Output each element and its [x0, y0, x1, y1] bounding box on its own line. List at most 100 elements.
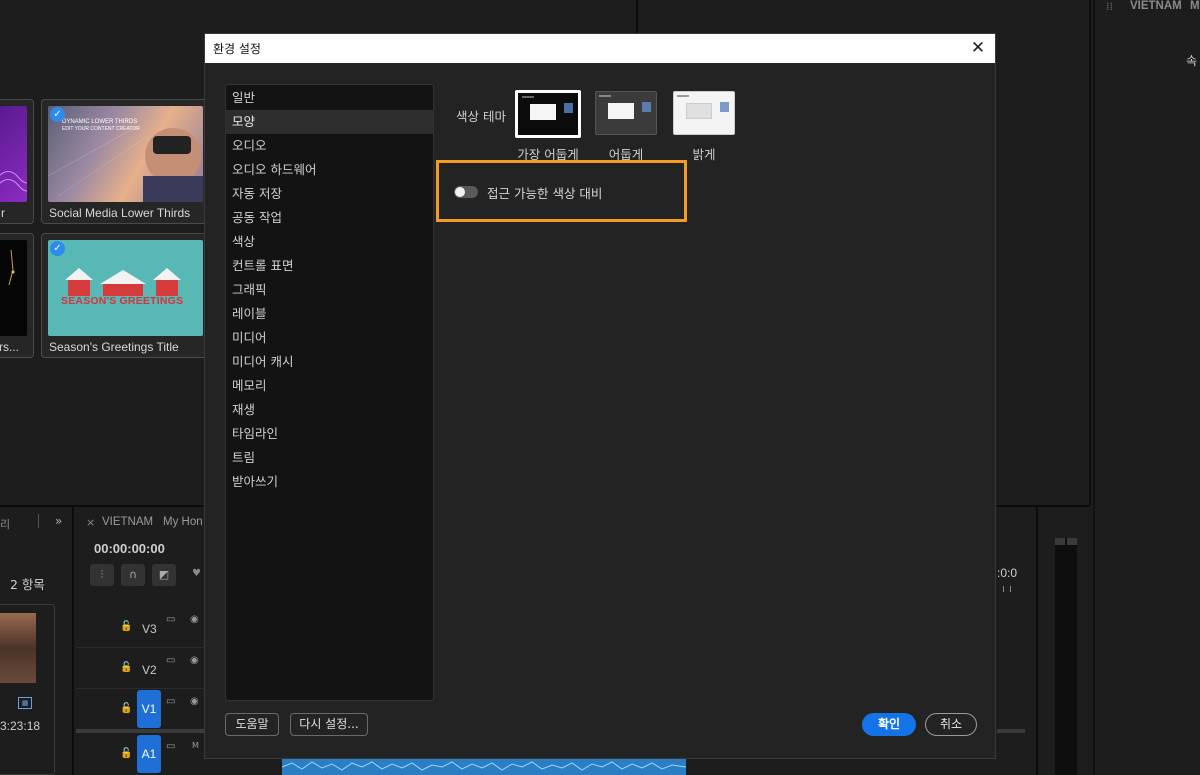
close-icon[interactable]: ✕: [967, 37, 989, 59]
camera-icon[interactable]: ▭: [166, 614, 175, 625]
template-card-label: rs...: [0, 340, 19, 354]
project-item-count: 2 항목: [10, 577, 45, 592]
template-card-label: Social Media Lower Thirds: [49, 206, 191, 220]
toggle-knob: [455, 187, 465, 197]
category-item[interactable]: 타임라인: [226, 422, 433, 446]
template-card-seasons-greetings[interactable]: SEASON'S GREETINGS ✓ Season's Greetings …: [41, 233, 210, 358]
thumbnail-text: SEASON'S GREETINGS: [61, 295, 184, 307]
panel-divider: [1089, 0, 1091, 505]
category-item[interactable]: 재생: [226, 398, 433, 422]
category-item[interactable]: 오디오: [226, 134, 433, 158]
lock-icon[interactable]: 🔓: [120, 703, 132, 714]
source-panel-tab[interactable]: ⁞⁞ VIETNAM M: [1106, 0, 1200, 16]
reset-button[interactable]: 다시 설정...: [290, 713, 368, 736]
more-panels-icon[interactable]: »: [55, 514, 62, 528]
track-target-a1[interactable]: A1: [137, 735, 161, 773]
timeline-tab-label-2[interactable]: My Hon: [163, 516, 203, 528]
category-item[interactable]: 오디오 하드웨어: [226, 158, 433, 182]
checkmark-icon: ✓: [50, 107, 65, 122]
ok-button[interactable]: 확인: [862, 713, 916, 736]
preview-panel: [642, 102, 651, 112]
preferences-dialog: 환경 설정 ✕ 일반 모양 오디오 오디오 하드웨어 자동 저장 공동 작업 색상 컨트롤 표…: [204, 33, 996, 759]
category-item[interactable]: 컨트롤 표면: [226, 254, 433, 278]
template-thumbnail: [0, 106, 27, 202]
clip-duration: 3:23:18: [0, 719, 41, 733]
panel-tab-label[interactable]: 리: [0, 516, 10, 532]
track-label: V3: [142, 622, 157, 636]
category-item[interactable]: 공동 작업: [226, 206, 433, 230]
help-button[interactable]: 도움말: [225, 713, 279, 736]
category-item[interactable]: 메모리: [226, 374, 433, 398]
snap-magnet-icon[interactable]: ∩: [121, 564, 145, 586]
category-item[interactable]: 미디어 캐시: [226, 350, 433, 374]
preview-dots: [522, 96, 534, 98]
cancel-button[interactable]: 취소: [925, 713, 977, 736]
track-row-v1: 🔓 V1 ▭ ◉: [76, 690, 204, 730]
timeline-timecode[interactable]: 00:00:00:00: [94, 541, 165, 556]
panel-divider: [1093, 0, 1095, 775]
template-card[interactable]: r: [0, 99, 34, 224]
marker-icon[interactable]: ♥: [192, 568, 201, 579]
project-clip-card[interactable]: ▦ 3:23:18: [0, 604, 55, 775]
eye-icon[interactable]: ◉: [190, 696, 199, 707]
contrast-toggle[interactable]: [454, 186, 478, 198]
eye-icon[interactable]: ◉: [190, 614, 199, 625]
theme-preview: [518, 93, 578, 135]
tab-divider: [38, 514, 39, 528]
template-card-label: r: [1, 206, 5, 220]
meter-peak: [1067, 538, 1077, 545]
category-item[interactable]: 모양: [226, 110, 433, 134]
track-target-v1[interactable]: V1: [137, 690, 161, 728]
preview-dots: [599, 95, 611, 97]
track-divider: [997, 729, 1025, 733]
category-list: 일반 모양 오디오 오디오 하드웨어 자동 저장 공동 작업 색상 컨트롤 표면 그래픽 레이블 미…: [225, 84, 434, 701]
category-item[interactable]: 자동 저장: [226, 182, 433, 206]
clip-thumbnail: [0, 613, 36, 683]
preview-window: [530, 104, 556, 120]
track-row-v2: 🔓 V2 ▭ ◉: [76, 649, 204, 689]
template-thumbnail: SEASON'S GREETINGS: [48, 240, 203, 336]
template-thumbnail: DYNAMIC LOWER THIRDS EDIT YOUR CONTENT C…: [48, 106, 203, 202]
template-card-label: Season's Greetings Title: [49, 340, 179, 354]
category-item[interactable]: 받아쓰기: [226, 470, 433, 494]
close-icon[interactable]: ×: [86, 516, 95, 529]
timeline-tab-label[interactable]: VIETNAM: [102, 516, 153, 528]
mute-label[interactable]: M: [192, 741, 199, 750]
theme-darkest-swatch[interactable]: [515, 90, 581, 138]
microphone-icon[interactable]: ▭: [166, 741, 175, 752]
panel-divider: [636, 0, 638, 34]
linked-selection-icon[interactable]: ◩: [152, 564, 176, 586]
ruler-tick: [1003, 586, 1004, 592]
lock-icon[interactable]: 🔓: [120, 662, 132, 673]
track-row-v3: 🔓 V3 ▭ ◉: [76, 608, 204, 648]
category-item[interactable]: 레이블: [226, 302, 433, 326]
audio-waveform: [282, 759, 686, 775]
panel-divider: [1036, 505, 1038, 775]
lock-icon[interactable]: 🔓: [120, 621, 132, 632]
checkmark-icon: ✓: [50, 241, 65, 256]
template-card-social-media-lower-thirds[interactable]: DYNAMIC LOWER THIRDS EDIT YOUR CONTENT C…: [41, 99, 210, 224]
panel-tab-label: VIETNAM: [1130, 0, 1182, 12]
eye-icon[interactable]: ◉: [190, 655, 199, 666]
category-item[interactable]: 그래픽: [226, 278, 433, 302]
category-item[interactable]: 트림: [226, 446, 433, 470]
category-item[interactable]: 일반: [226, 86, 433, 110]
contrast-toggle-label: 접근 가능한 색상 대비: [487, 186, 603, 201]
thumbnail-text: DYNAMIC LOWER THIRDS: [62, 119, 138, 125]
lock-icon[interactable]: 🔓: [120, 748, 132, 759]
insert-tool-icon[interactable]: ⫶: [90, 564, 114, 586]
camera-icon[interactable]: ▭: [166, 655, 175, 666]
ruler-tick: [1010, 586, 1011, 592]
dialog-titlebar[interactable]: 환경 설정 ✕: [205, 34, 995, 63]
panel-tab-label-suffix: M: [1190, 0, 1200, 12]
timeline-end-timecode: :0:0: [997, 566, 1018, 580]
camera-icon[interactable]: ▭: [166, 696, 175, 707]
panel-text: 속: [1186, 54, 1198, 68]
theme-light-swatch[interactable]: [673, 91, 735, 135]
category-item[interactable]: 미디어: [226, 326, 433, 350]
dialog-title: 환경 설정: [213, 42, 261, 56]
template-card[interactable]: rs...: [0, 233, 34, 358]
category-item[interactable]: 색상: [226, 230, 433, 254]
theme-dark-swatch[interactable]: [595, 91, 657, 135]
meter-peak: [1055, 538, 1065, 545]
